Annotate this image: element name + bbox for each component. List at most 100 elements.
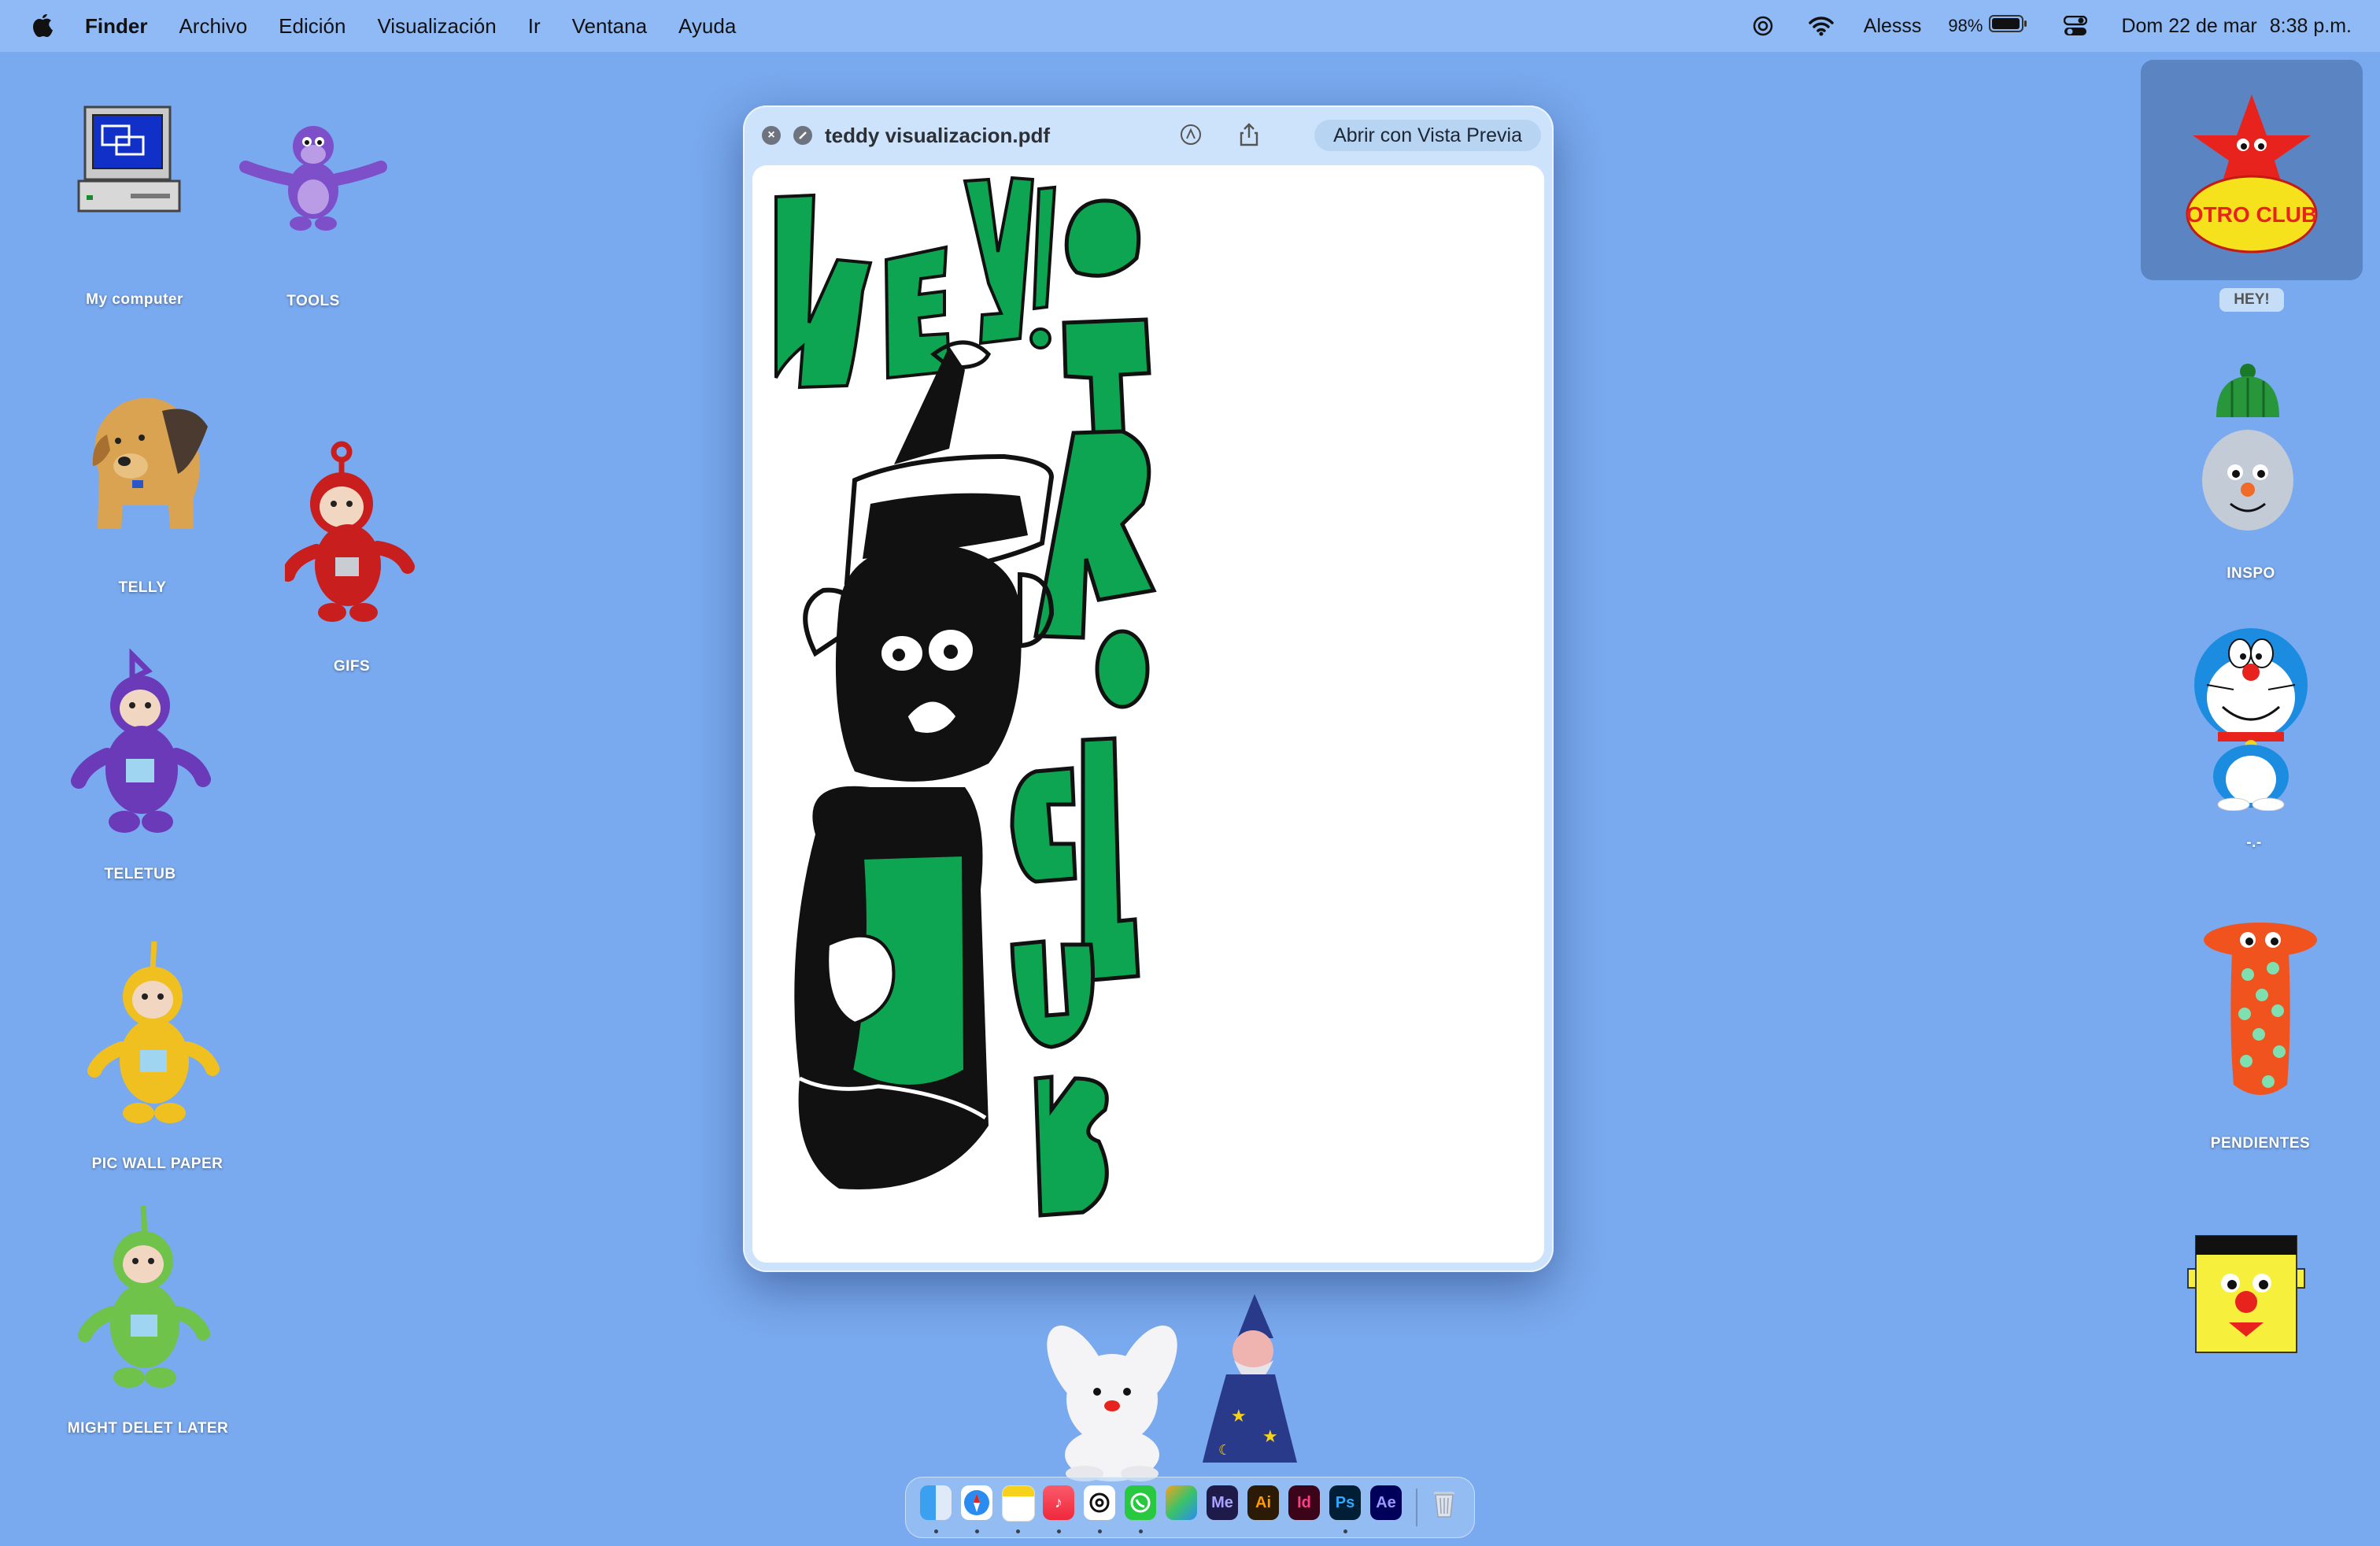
desktop-icon-label: HEY! (2234, 291, 2270, 308)
dock-chatgpt-icon[interactable] (1084, 1485, 1115, 1520)
plush-dog-icon (92, 398, 208, 529)
dock-ae-icon[interactable]: Ae (1370, 1485, 1402, 1520)
desktop-icon-yellow-box[interactable] (2175, 1230, 2317, 1363)
svg-text:★: ★ (1231, 1407, 1247, 1426)
beanie-character-icon (2202, 364, 2293, 531)
desktop-icon-gifs[interactable]: GIFS (285, 441, 419, 677)
menu-ir[interactable]: Ir (528, 14, 541, 39)
doraemon-icon (2194, 628, 2308, 811)
menu-ayuda[interactable]: Ayuda (678, 14, 736, 39)
desktop-icon-label: PENDIENTES (2210, 1135, 2311, 1152)
dock-whatsapp-icon[interactable] (1125, 1485, 1156, 1520)
expand-icon (799, 131, 807, 139)
desktop-icon-inspo[interactable]: INSPO (2188, 362, 2314, 590)
computer-icon (77, 105, 181, 213)
open-with-preview-button[interactable]: Abrir con Vista Previa (1314, 120, 1541, 151)
desktop-icon-telly[interactable]: TELLY (76, 379, 209, 600)
yellow-box-character-icon (2187, 1235, 2305, 1353)
desktop-icon-dash[interactable]: -.- (2183, 622, 2325, 858)
apple-menu-icon[interactable] (30, 11, 57, 41)
dock-music-icon[interactable]: ♪ (1043, 1485, 1074, 1520)
desktop-icon-label: GIFS (333, 658, 371, 675)
red-teletubby-icon (285, 441, 415, 622)
dock-notes-icon[interactable] (1002, 1485, 1035, 1522)
battery-percent: 98% (1948, 16, 1983, 35)
wifi-icon[interactable] (1805, 10, 1837, 42)
menu-archivo[interactable]: Archivo (179, 14, 247, 39)
battery-icon[interactable] (1989, 14, 2028, 39)
desktop-icon-tools[interactable]: TOOLS (235, 112, 392, 316)
dock: ♪ Me Ai Id Ps Ae (905, 1477, 1475, 1538)
menubar-time[interactable]: 8:38 p.m. (2270, 15, 2352, 38)
desktop-icon-pendientes[interactable]: PENDIENTES (2197, 919, 2323, 1163)
menu-bar: Finder Archivo Edición Visualización Ir … (0, 0, 2380, 52)
desktop-icon-bunny[interactable] (1037, 1313, 1187, 1483)
share-button[interactable] (1236, 121, 1262, 148)
dock-trash-icon[interactable] (1428, 1485, 1460, 1520)
purple-gorilla-icon (239, 126, 387, 231)
desktop-icon-label: INSPO (2227, 565, 2275, 582)
purple-teletubby-icon (71, 648, 211, 833)
quicklook-titlebar: × teddy visualizacion.pdf Abrir con Vist… (743, 105, 1554, 165)
markup-button[interactable] (1177, 121, 1204, 148)
dock-ps-icon[interactable]: Ps (1329, 1485, 1361, 1520)
desktop-icon-label: -.- (2246, 834, 2262, 851)
teddy-drawing (774, 176, 1157, 1218)
otro-club-text: OTRO CLUB (2186, 202, 2317, 227)
status-area: Alesss 98% Dom 22 de mar 8:38 p.m. (1747, 0, 2380, 52)
desktop-icon-label: MIGHT DELET LATER (67, 1420, 229, 1437)
control-center-icon[interactable] (2060, 10, 2091, 42)
desktop-icon-my-computer[interactable]: My computer (76, 102, 194, 323)
running-indicator (934, 1529, 938, 1533)
desktop-icon-label: TELLY (118, 579, 167, 596)
running-indicator (1139, 1529, 1143, 1533)
compass-icon (964, 1490, 989, 1515)
running-indicator (975, 1529, 979, 1533)
menubar-date[interactable]: Dom 22 de mar (2121, 15, 2256, 38)
yellow-teletubby-icon (87, 941, 220, 1123)
dock-safari-icon[interactable] (961, 1485, 992, 1520)
desktop-icon-label: TOOLS (286, 293, 340, 309)
running-indicator (1057, 1529, 1061, 1533)
running-indicator (1098, 1529, 1102, 1533)
dock-office-icon[interactable] (1166, 1485, 1197, 1520)
desktop-icon-teletub[interactable]: TELETUB (69, 647, 211, 883)
running-indicator (1343, 1529, 1347, 1533)
menu-app-finder[interactable]: Finder (85, 14, 147, 39)
desktop-icon-hey[interactable]: OTRO CLUB HEY! (2141, 60, 2364, 315)
desktop-icon-label-pill: HEY! (2219, 288, 2284, 312)
dock-id-icon[interactable]: Id (1288, 1485, 1320, 1520)
close-button[interactable]: × (762, 126, 781, 145)
desktop-icon-wizard[interactable]: ★ ★ ☾ (1187, 1288, 1305, 1467)
wizard-icon: ★ ★ ☾ (1203, 1294, 1297, 1463)
orange-spotted-character-icon (2204, 923, 2317, 1095)
quicklook-title: teddy visualizacion.pdf (825, 123, 1051, 147)
dock-separator (1416, 1489, 1417, 1526)
svg-text:★: ★ (1262, 1427, 1278, 1447)
share-icon (1240, 123, 1258, 146)
quicklook-window: × teddy visualizacion.pdf Abrir con Vist… (743, 105, 1554, 1272)
menu-ventana[interactable]: Ventana (572, 14, 647, 39)
desktop-icon-label: PIC WALL PAPER (91, 1156, 224, 1172)
white-bunny-icon (1047, 1325, 1177, 1481)
dock-me-icon[interactable]: Me (1207, 1485, 1238, 1520)
desktop-icon-pic-wall-paper[interactable]: PIC WALL PAPER (87, 938, 228, 1174)
menu-edicion[interactable]: Edición (279, 14, 346, 39)
running-indicator (1016, 1529, 1020, 1533)
menu-visualizacion[interactable]: Visualización (377, 14, 496, 39)
user-name[interactable]: Alesss (1864, 15, 1922, 38)
chatgpt-status-icon[interactable] (1747, 10, 1779, 42)
green-teletubby-icon (78, 1205, 210, 1388)
phone-bubble-icon (1130, 1492, 1151, 1513)
desktop-icon-label: TELETUB (104, 866, 176, 882)
desktop-icon-might-delet-later[interactable]: MIGHT DELET LATER (68, 1203, 228, 1439)
pdf-page (752, 165, 1544, 1263)
dock-finder-icon[interactable] (920, 1485, 952, 1520)
close-icon: × (767, 128, 775, 142)
trash-icon (1434, 1492, 1454, 1518)
otro-club-star-icon: OTRO CLUB (2186, 94, 2318, 253)
fullscreen-button[interactable] (793, 126, 812, 145)
markup-pen-icon (1181, 124, 1201, 145)
dock-ai-icon[interactable]: Ai (1247, 1485, 1279, 1520)
chatgpt-icon (1089, 1492, 1110, 1513)
